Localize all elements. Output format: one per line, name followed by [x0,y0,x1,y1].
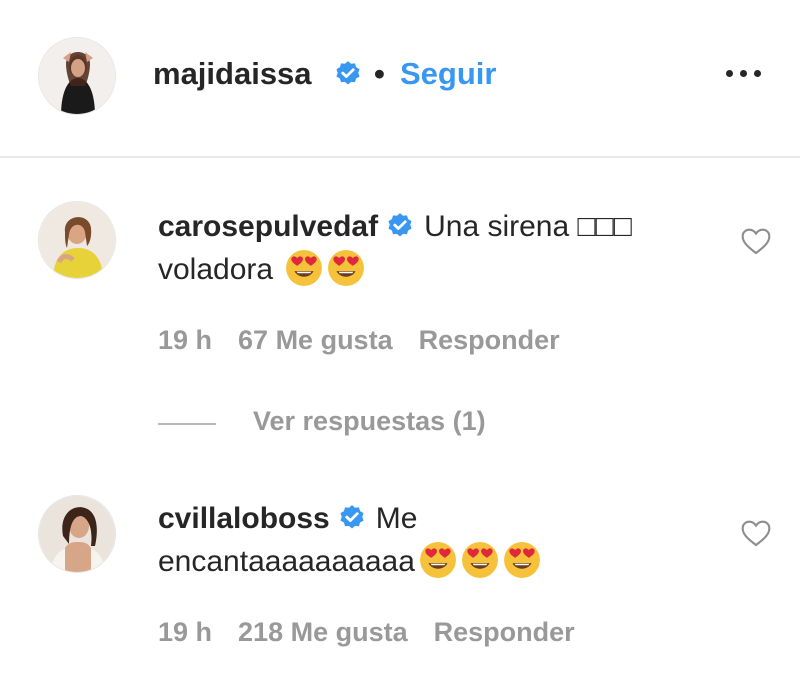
comment-username[interactable]: carosepulvedaf [158,210,378,243]
heart-eyes-emoji-icon [461,542,498,578]
header-separator: • [374,56,385,91]
follow-button[interactable]: Seguir [400,56,496,92]
comment-text: cvillaloboss Me encantaaaaaaaaaa [158,497,718,583]
verified-badge-icon [336,61,360,85]
profile-avatar[interactable] [38,37,116,115]
verified-badge-icon [340,505,364,529]
comment-meta: 19 h 218 Me gusta Responder [158,617,601,648]
verified-badge-icon [388,213,412,237]
heart-outline-icon[interactable] [740,226,772,256]
comment-time: 19 h [158,617,213,647]
reply-button[interactable]: Responder [434,617,575,647]
header-username[interactable]: majidaissa [153,56,312,92]
reply-button[interactable]: Responder [419,325,560,355]
view-replies-button[interactable]: Ver respuestas (1) [253,406,486,437]
emoji-group [281,250,365,286]
heart-outline-icon[interactable] [740,518,772,548]
comment-body-line2: voladora [158,253,274,286]
comment-body-line1: Me [375,502,418,535]
comment-body-line1: Una sirena □□□ [424,210,632,243]
comment-likes[interactable]: 67 Me gusta [238,325,393,355]
comment-avatar[interactable] [38,495,116,573]
comment-text: carosepulvedaf Una sirena □□□ voladora [158,205,718,291]
comment-avatar[interactable] [38,201,116,279]
comment-username[interactable]: cvillaloboss [158,502,330,535]
comment-meta: 19 h 67 Me gusta Responder [158,325,586,356]
heart-eyes-emoji-icon [286,250,323,286]
post-header: majidaissa • Seguir [0,0,800,158]
comment-time: 19 h [158,325,213,355]
comment-likes[interactable]: 218 Me gusta [238,617,408,647]
replies-divider [158,423,216,425]
more-options-icon[interactable] [724,60,764,84]
heart-eyes-emoji-icon [328,250,365,286]
emoji-group [415,542,541,578]
heart-eyes-emoji-icon [503,542,540,578]
comment-body-line2: encantaaaaaaaaaa [158,545,415,578]
heart-eyes-emoji-icon [419,542,456,578]
